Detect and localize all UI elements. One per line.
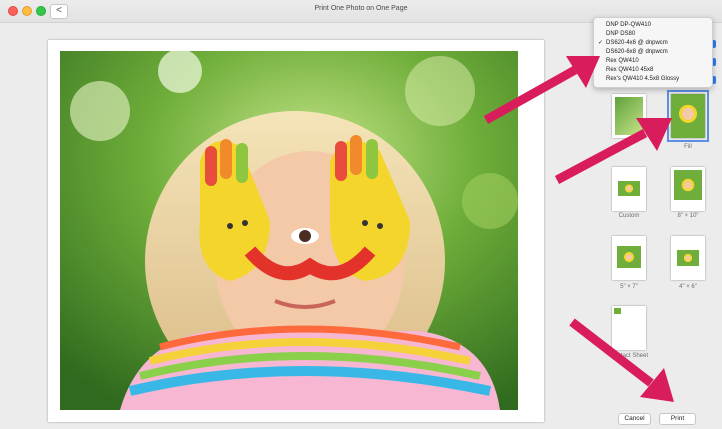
layout-thumb-4x6[interactable] [671, 236, 705, 280]
window-title: Print One Photo on One Page [314, 5, 408, 12]
menu-item-printer-selected[interactable]: ✓ DS620-4x6 @ dnpwcm [594, 39, 712, 47]
layout-label-8x10: 8" × 10" [677, 213, 699, 219]
layout-label-5x7: 5" × 7" [620, 284, 638, 290]
layout-thumb-8x10[interactable] [671, 167, 705, 211]
arrow-to-print-head [640, 368, 674, 402]
layout-thumb-custom[interactable] [612, 167, 646, 211]
preview-photo [60, 51, 518, 410]
layout-thumb-5x7[interactable] [612, 236, 646, 280]
checkmark-icon: ✓ [598, 40, 604, 46]
printer-popup-menu: DNP DP-QW410 DNP DS80 ✓ DS620-4x6 @ dnpw… [593, 17, 713, 88]
cancel-button[interactable]: Cancel [618, 413, 651, 425]
layout-thumb-0[interactable] [612, 94, 646, 138]
menu-item-printer[interactable]: DNP DP-QW410 [594, 21, 712, 29]
print-button[interactable]: Print [659, 413, 696, 425]
layout-label-custom: Custom [618, 213, 640, 219]
layout-thumb-fill[interactable] [667, 90, 709, 142]
menu-item-printer[interactable]: Rex QW410 [594, 57, 712, 65]
layout-label-contact-sheet: Contact Sheet [609, 353, 649, 359]
menu-item-printer[interactable]: Rex's QW410 4.5x8 Glossy [594, 75, 712, 83]
menu-item-printer[interactable]: DNP DS80 [594, 30, 712, 38]
layout-label-4x6: 4" × 6" [679, 284, 697, 290]
menu-item-printer[interactable]: Rex QW410 45x8 [594, 66, 712, 74]
layout-thumb-contact-sheet[interactable] [612, 306, 646, 350]
menu-item-printer[interactable]: DS620-6x8 @ dnpwcm [594, 48, 712, 56]
layout-label-fill: Fill [684, 144, 692, 150]
